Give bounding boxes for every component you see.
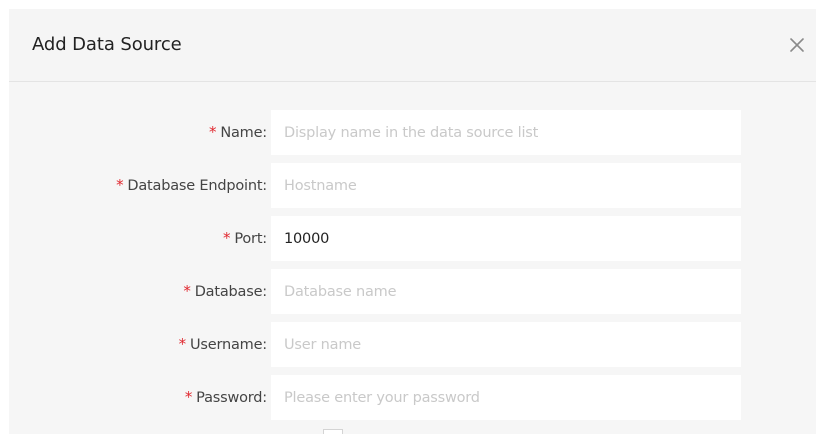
- name-input[interactable]: [271, 110, 741, 155]
- endpoint-label: * Database Endpoint:: [116, 163, 267, 208]
- form-row-database: * Database:: [9, 269, 816, 314]
- username-label: * Username:: [178, 322, 268, 367]
- required-marker: *: [116, 176, 124, 194]
- password-label: * Password:: [185, 375, 267, 420]
- add-data-source-dialog: Add Data Source *Name: *Database Endpoin…: [9, 9, 816, 434]
- name-label: * Name:: [209, 110, 267, 155]
- username-input[interactable]: [271, 322, 741, 367]
- close-icon: [790, 38, 804, 52]
- form-row-username: * Username:: [9, 322, 816, 367]
- port-label: * Port:: [223, 216, 267, 261]
- password-input[interactable]: [271, 375, 741, 420]
- username-label-text: Username:: [189, 337, 267, 353]
- required-marker: *: [209, 123, 217, 141]
- required-marker: *: [184, 388, 193, 406]
- required-marker: *: [178, 335, 187, 353]
- dialog-title: Add Data Source: [32, 34, 182, 55]
- name-label-text: Name:: [220, 125, 267, 141]
- dialog-header: Add Data Source: [9, 9, 816, 82]
- endpoint-input[interactable]: [271, 163, 741, 208]
- database-label: * Database:: [183, 269, 267, 314]
- endpoint-label-text: Database Endpoint:: [127, 178, 267, 194]
- database-label-text: Database:: [194, 284, 267, 300]
- port-label-text: Port:: [234, 231, 267, 247]
- form-row-password: * Password:: [9, 375, 816, 420]
- close-button[interactable]: [786, 34, 808, 56]
- database-input[interactable]: [271, 269, 741, 314]
- required-marker: *: [223, 229, 231, 247]
- checkbox[interactable]: [323, 429, 343, 434]
- form-row-name: * Name:: [9, 110, 816, 155]
- password-label-text: Password:: [196, 390, 267, 406]
- form-row-port: * Port:: [9, 216, 816, 261]
- form-row-endpoint: * Database Endpoint:: [9, 163, 816, 208]
- port-input[interactable]: [271, 216, 741, 261]
- required-marker: *: [183, 282, 191, 300]
